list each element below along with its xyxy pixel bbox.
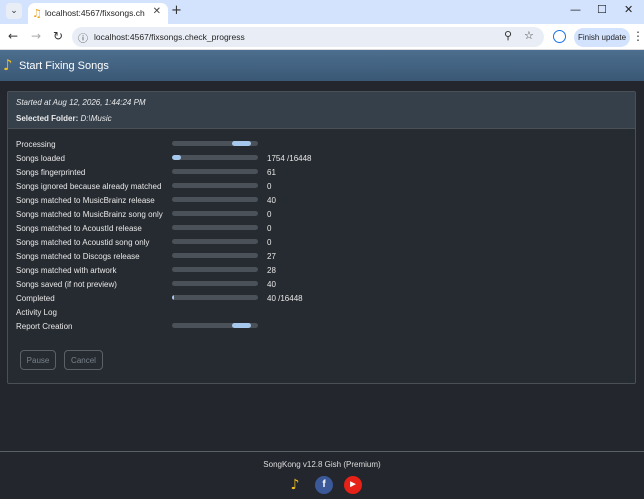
url-text[interactable]: localhost:4567/fixsongs.check_progress [94,32,245,42]
progress-label: Completed [16,294,55,303]
progress-bar [172,239,258,244]
window-close-icon[interactable]: ✕ [624,3,633,16]
reload-icon[interactable]: ↻ [53,29,63,43]
progress-value: 0 [267,210,272,219]
progress-fill [172,295,174,300]
progress-value: 0 [267,238,272,247]
browser-toolbar: ← → ↻ ⓘ localhost:4567/fixsongs.check_pr… [0,24,644,50]
progress-row: Songs matched to MusicBrainz song only 0 [16,208,616,222]
browser-tab-strip: ⌄ ♫ localhost:4567/fixsongs.check_p ✕ + … [0,0,644,24]
progress-label: Songs matched to AcoustId release [16,224,142,233]
progress-row: Songs saved (if not preview) 40 [16,278,616,292]
progress-label: Songs matched with artwork [16,266,117,275]
tab-search-button[interactable]: ⌄ [6,3,22,19]
start-time: Started at Aug 12, 2026, 1:44:24 PM [16,98,146,107]
panel-header: Started at Aug 12, 2026, 1:44:24 PM Sele… [8,92,635,129]
progress-bar [172,155,258,160]
progress-bar [172,295,258,300]
progress-row: Processing [16,138,616,152]
progress-bar [172,211,258,216]
folder-label: Selected Folder: [16,114,79,123]
progress-value: 28 [267,266,276,275]
progress-label: Activity Log [16,308,57,317]
youtube-icon[interactable]: ▶ [344,476,362,494]
progress-value: 0 [267,224,272,233]
progress-row: Report Creation [16,320,616,334]
progress-value: 40 [267,196,276,205]
progress-bar [172,183,258,188]
progress-row: Songs fingerprinted 61 [16,166,616,180]
profile-icon[interactable] [553,30,566,43]
address-bar[interactable]: ⓘ localhost:4567/fixsongs.check_progress… [72,27,544,47]
progress-label: Songs matched to Discogs release [16,252,140,261]
progress-bar [172,253,258,258]
progress-label: Songs ignored because already matched [16,182,162,191]
progress-row: Songs matched with artwork 28 [16,264,616,278]
progress-bar [172,197,258,202]
progress-row: Songs matched to Discogs release 27 [16,250,616,264]
progress-value: 61 [267,168,276,177]
progress-value: 0 [267,182,272,191]
footer: SongKong v12.8 Gish (Premium) ♪ f ▶ [0,451,644,499]
site-info-icon[interactable]: ⓘ [78,30,88,45]
progress-bar [172,169,258,174]
tab-title: localhost:4567/fixsongs.check_p [45,8,145,18]
zoom-icon[interactable]: ⚲ [504,29,512,42]
progress-value: 27 [267,252,276,261]
app-header: ♪ Start Fixing Songs [0,50,644,81]
selected-folder: Selected Folder: D:\Music [16,114,112,123]
progress-bar [172,225,258,230]
progress-value: 40 [267,280,276,289]
progress-label: Songs fingerprinted [16,168,86,177]
back-icon[interactable]: ← [8,29,18,43]
page-title: Start Fixing Songs [19,60,109,72]
progress-fill [232,141,252,146]
progress-value: 1754 /16448 [267,154,312,163]
bookmark-star-icon[interactable]: ☆ [524,29,534,42]
progress-label: Songs loaded [16,154,65,163]
browser-tab[interactable]: ♫ localhost:4567/fixsongs.check_p ✕ [28,3,168,24]
progress-label: Songs matched to MusicBrainz song only [16,210,163,219]
progress-bar [172,267,258,272]
progress-label: Songs matched to MusicBrainz release [16,196,155,205]
progress-label: Processing [16,140,56,149]
progress-label: Songs saved (if not preview) [16,280,117,289]
progress-row: Songs ignored because already matched 0 [16,180,616,194]
progress-fill [172,155,182,160]
maximize-icon[interactable]: ☐ [597,3,607,16]
pause-button[interactable]: Pause [20,350,56,370]
progress-bar [172,323,258,328]
facebook-icon[interactable]: f [315,476,333,494]
progress-row: Activity Log [16,306,616,320]
progress-row: Songs matched to AcoustId release 0 [16,222,616,236]
browser-menu-icon[interactable]: ⋮ [632,29,644,43]
progress-bar [172,141,258,146]
music-note-icon: ♫ [32,7,42,20]
folder-value: D:\Music [80,114,112,123]
progress-bar [172,281,258,286]
progress-row: Completed 40 /16448 [16,292,616,306]
new-tab-button[interactable]: + [171,3,182,18]
tab-close-icon[interactable]: ✕ [153,6,161,17]
progress-fill [232,323,252,328]
forward-icon[interactable]: → [31,29,41,43]
progress-row: Songs matched to MusicBrainz release 40 [16,194,616,208]
footer-version: SongKong v12.8 Gish (Premium) [263,460,381,469]
songkong-logo-icon[interactable]: ♪ [286,476,304,494]
progress-label: Report Creation [16,322,73,331]
cancel-button[interactable]: Cancel [64,350,103,370]
progress-row: Songs loaded 1754 /16448 [16,152,616,166]
progress-value: 40 /16448 [267,294,303,303]
finish-update-button[interactable]: Finish update [574,28,630,47]
progress-row: Songs matched to Acoustid song only 0 [16,236,616,250]
minimize-icon[interactable]: — [570,3,581,16]
songkong-logo-icon: ♪ [3,56,13,74]
progress-label: Songs matched to Acoustid song only [16,238,150,247]
